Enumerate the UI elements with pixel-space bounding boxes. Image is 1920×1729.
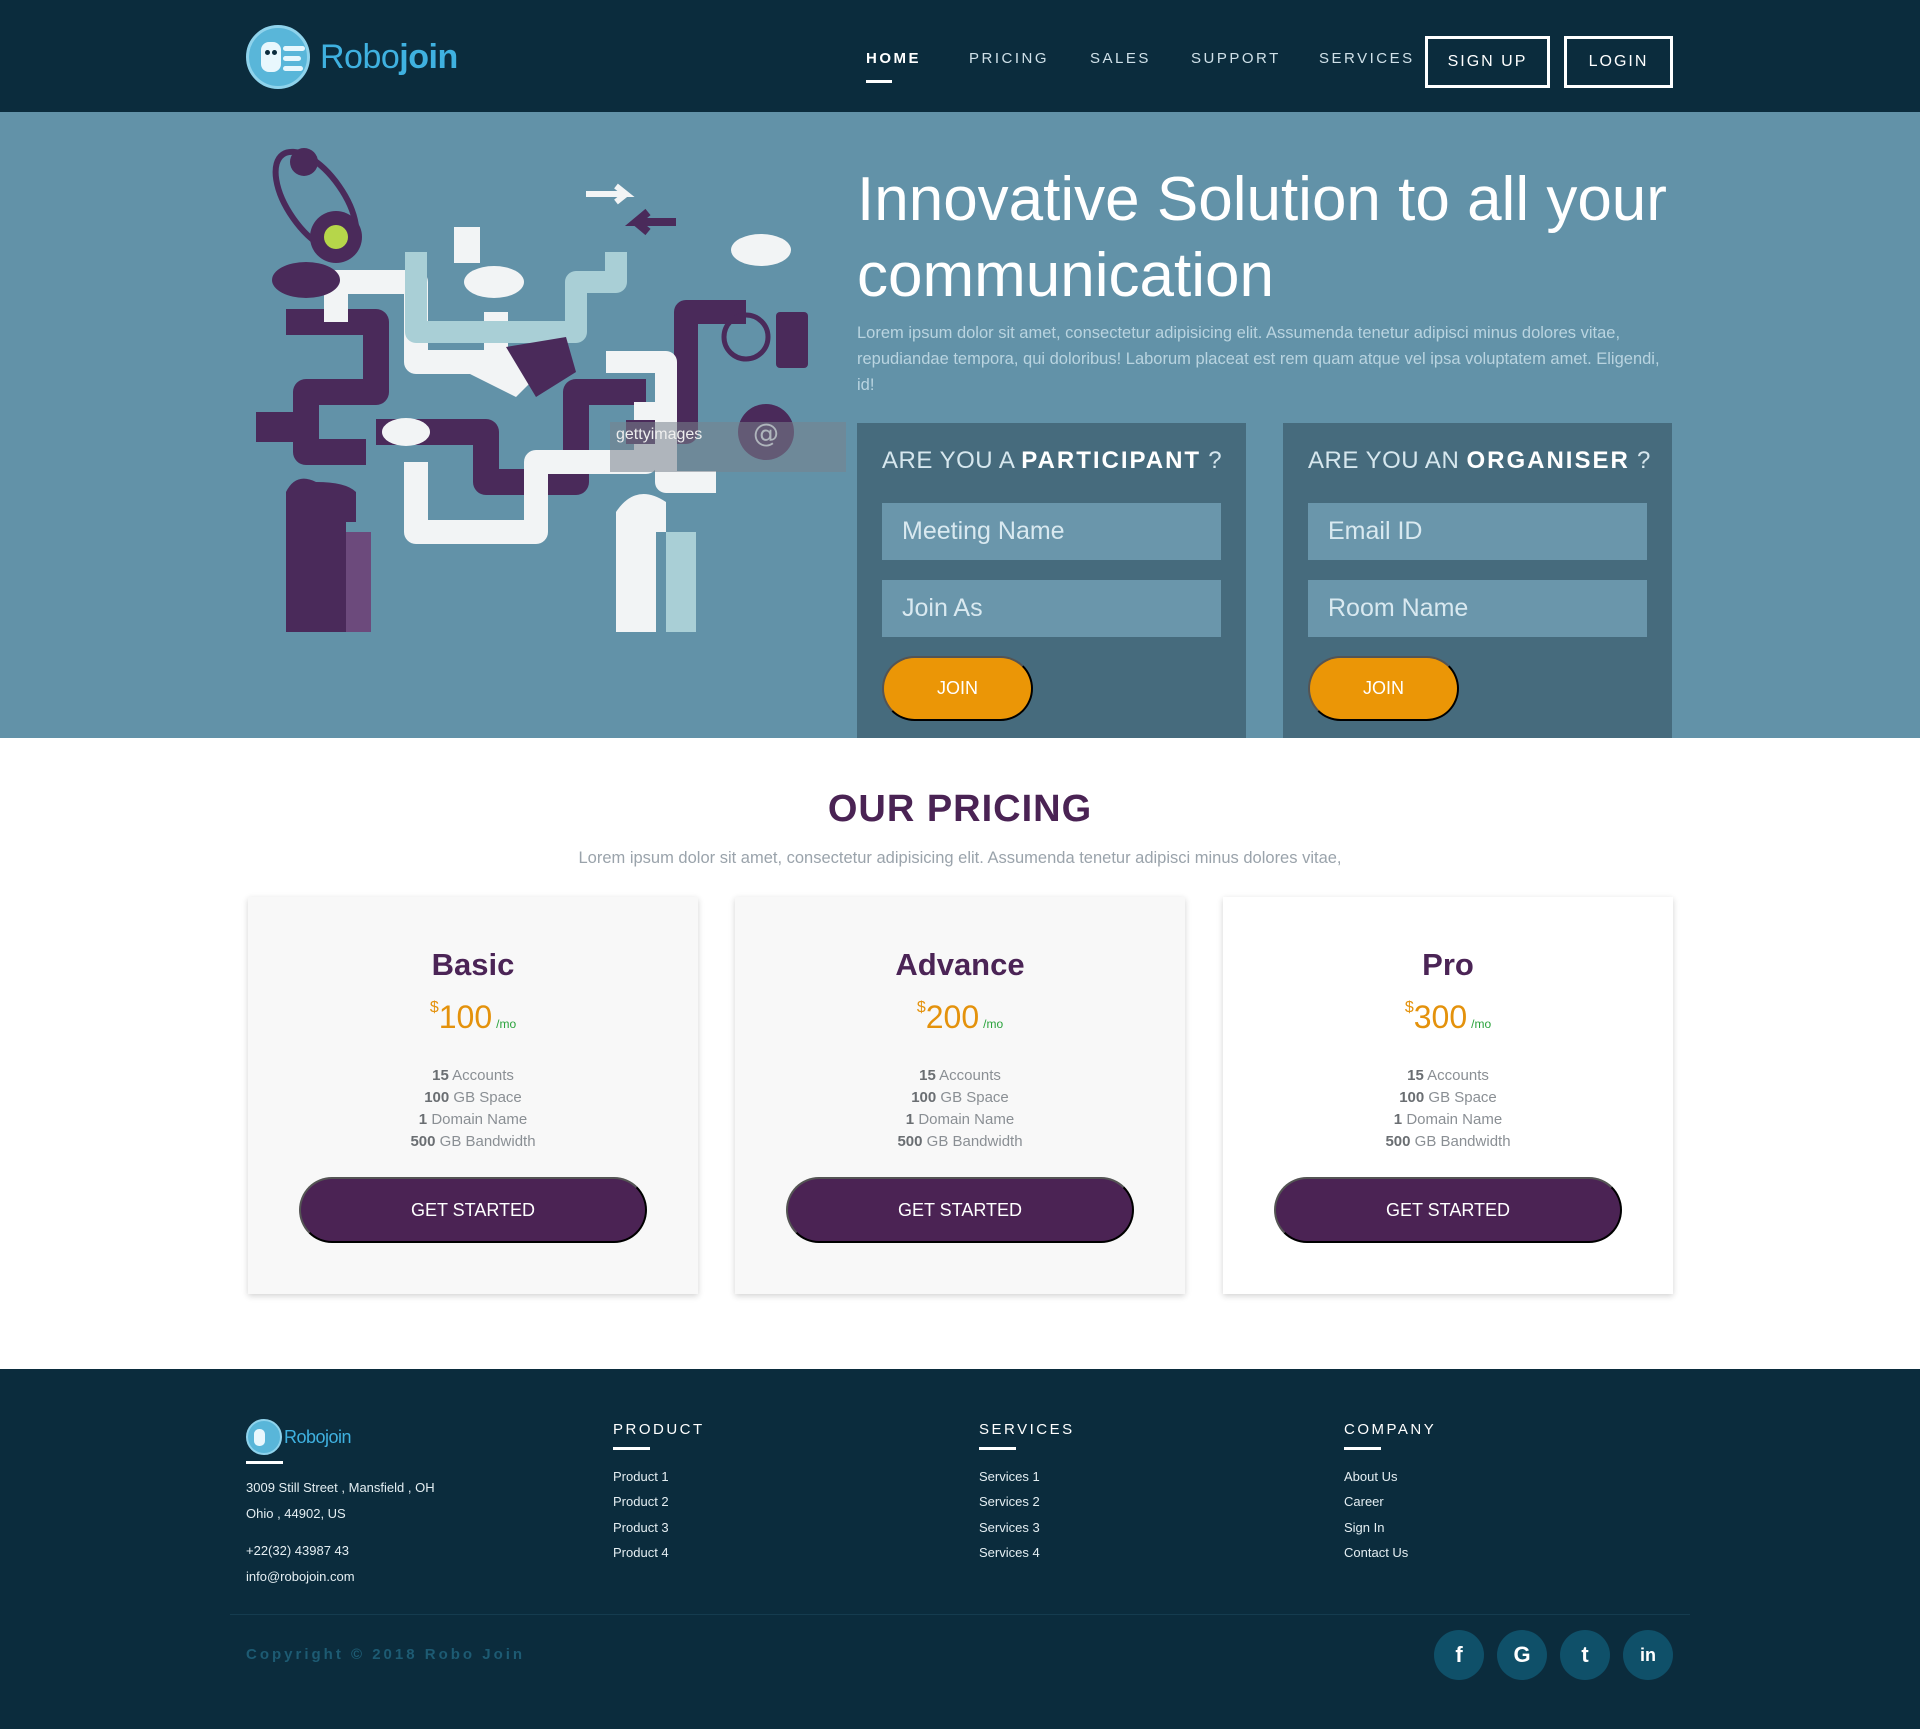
login-button[interactable]: LOGIN <box>1564 36 1673 88</box>
footer-phone: +22(32) 43987 43 <box>246 1543 350 1558</box>
nav-home[interactable]: HOME <box>866 50 921 83</box>
plan-card-pro: Pro $300/mo 15 Accounts 100 GB Space 1 D… <box>1223 897 1673 1294</box>
footer-logo[interactable]: Robojoin <box>246 1419 352 1455</box>
organiser-join-button[interactable]: JOIN <box>1308 656 1459 721</box>
nav-pricing[interactable]: PRICING <box>969 50 1049 67</box>
nav-sales[interactable]: SALES <box>1090 50 1151 67</box>
join-as-input[interactable]: Join As <box>882 580 1221 637</box>
footer-link[interactable]: Product 3 <box>613 1520 669 1535</box>
communication-illustration: @ <box>256 148 808 632</box>
footer-col-title-company: COMPANY <box>1344 1421 1437 1438</box>
robot-logo-icon <box>246 25 310 89</box>
footer-link[interactable]: Career <box>1344 1494 1384 1509</box>
plan-name: Advance <box>895 947 1025 982</box>
twitter-icon[interactable]: t <box>1560 1630 1610 1680</box>
footer-link[interactable]: Sign In <box>1344 1520 1384 1535</box>
plan-features: 15 Accounts 100 GB Space 1 Domain Name 5… <box>410 1067 536 1150</box>
footer-link[interactable]: Services 1 <box>979 1469 1040 1484</box>
footer-link[interactable]: Product 1 <box>613 1469 669 1484</box>
google-icon[interactable]: G <box>1497 1630 1547 1680</box>
get-started-button[interactable]: GET STARTED <box>1274 1177 1622 1243</box>
footer-email[interactable]: info@robojoin.com <box>246 1564 355 1590</box>
footer-col-title-product: PRODUCT <box>613 1421 705 1438</box>
plan-features: 15 Accounts 100 GB Space 1 Domain Name 5… <box>897 1067 1023 1150</box>
nav-support[interactable]: SUPPORT <box>1191 50 1281 67</box>
footer-contact: +22(32) 43987 43 info@robojoin.com <box>246 1538 355 1590</box>
nav-services[interactable]: SERVICES <box>1319 50 1415 67</box>
footer-link[interactable]: Services 2 <box>979 1494 1040 1509</box>
robot-logo-icon <box>246 1419 282 1455</box>
plan-features: 15 Accounts 100 GB Space 1 Domain Name 5… <box>1385 1067 1511 1150</box>
plan-card-advance: Advance $200/mo 15 Accounts 100 GB Space… <box>735 897 1185 1294</box>
plan-name: Pro <box>1422 947 1474 982</box>
plan-card-basic: Basic $100/mo 15 Accounts 100 GB Space 1… <box>248 897 698 1294</box>
footer-address: 3009 Still Street , Mansfield , OH Ohio … <box>246 1480 435 1521</box>
organiser-form: ARE YOU AN ORGANISER ? Email ID Room Nam… <box>1283 423 1672 738</box>
footer-divider <box>230 1614 1690 1615</box>
footer-link[interactable]: Contact Us <box>1344 1545 1408 1560</box>
hero-title: Innovative Solution to all your communic… <box>857 165 1667 310</box>
brand-name: Robojoin <box>320 37 458 76</box>
organiser-heading: ARE YOU AN ORGANISER ? <box>1308 447 1651 474</box>
room-name-input[interactable]: Room Name <box>1308 580 1647 637</box>
footer-col-title-services: SERVICES <box>979 1421 1075 1438</box>
get-started-button[interactable]: GET STARTED <box>786 1177 1134 1243</box>
pricing-title: OUR PRICING <box>827 788 1093 830</box>
site-footer: Robojoin 3009 Still Street , Mansfield ,… <box>0 1369 1920 1729</box>
hero-description: Lorem ipsum dolor sit amet, consectetur … <box>857 324 1660 394</box>
watermark-text: gettyimages <box>616 426 703 443</box>
participant-heading: ARE YOU A PARTICIPANT ? <box>882 447 1223 474</box>
footer-underline <box>246 1461 283 1464</box>
plan-price: $100/mo <box>429 999 517 1035</box>
participant-join-button[interactable]: JOIN <box>882 656 1033 721</box>
get-started-button[interactable]: GET STARTED <box>299 1177 647 1243</box>
signup-button[interactable]: SIGN UP <box>1425 36 1550 88</box>
facebook-icon[interactable]: f <box>1434 1630 1484 1680</box>
participant-form: ARE YOU A PARTICIPANT ? Meeting Name Joi… <box>857 423 1246 738</box>
footer-link[interactable]: About Us <box>1344 1469 1397 1484</box>
footer-link[interactable]: Services 4 <box>979 1545 1040 1560</box>
brand-logo[interactable]: Robojoin <box>246 24 458 90</box>
linkedin-icon[interactable]: in <box>1623 1630 1673 1680</box>
copyright-text: Copyright © 2018 Robo Join <box>246 1646 526 1663</box>
pricing-subtitle: Lorem ipsum dolor sit amet, consectetur … <box>578 849 1342 867</box>
footer-link[interactable]: Product 4 <box>613 1545 669 1560</box>
plan-price: $300/mo <box>1404 999 1492 1035</box>
meeting-name-input[interactable]: Meeting Name <box>882 503 1221 560</box>
footer-link[interactable]: Services 3 <box>979 1520 1040 1535</box>
footer-link[interactable]: Product 2 <box>613 1494 669 1509</box>
top-navbar: Robojoin HOME PRICING SALES SUPPORT SERV… <box>0 0 1920 112</box>
email-id-input[interactable]: Email ID <box>1308 503 1647 560</box>
plan-name: Basic <box>431 947 515 982</box>
plan-price: $200/mo <box>916 999 1004 1035</box>
